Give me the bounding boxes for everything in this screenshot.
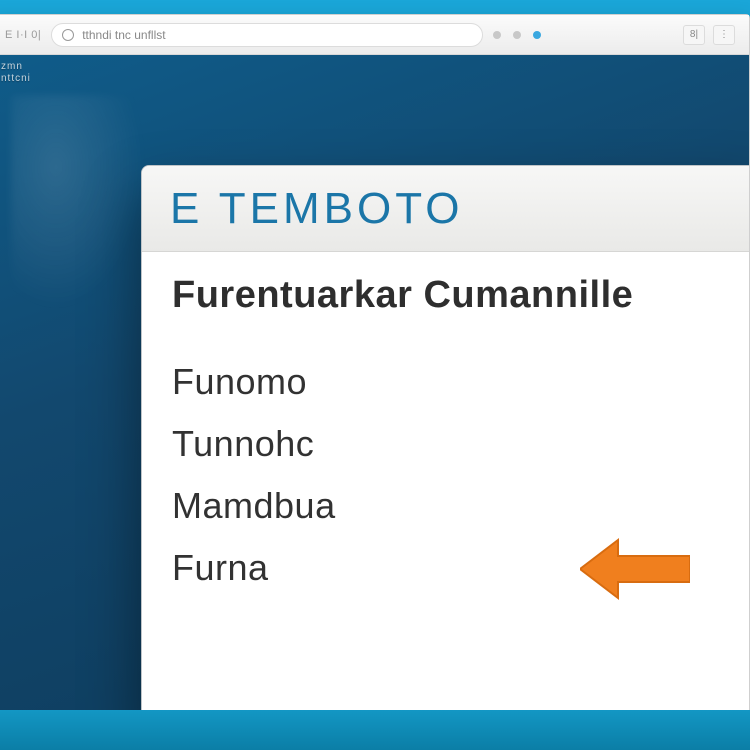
status-dot	[493, 31, 501, 39]
status-dot	[513, 31, 521, 39]
url-text: tthndi tnc unfllst	[82, 28, 165, 42]
desktop-viewport: zmn nttcni E TEMBOTO Furentuarkar Cumann…	[0, 55, 749, 713]
popup-title: E TEMBOTO	[170, 184, 464, 234]
addressbar-left-label: E I·I 0|	[5, 29, 41, 41]
addressbar-status-dots	[493, 31, 673, 39]
address-bar: E I·I 0| tthndi tnc unfllst 8| ⋮	[0, 15, 749, 55]
page-bottom-gradient	[0, 710, 750, 750]
toolbar-menu-button[interactable]: ⋮	[713, 25, 735, 45]
reload-icon[interactable]	[62, 29, 74, 41]
list-item[interactable]: Tunnohc	[172, 423, 730, 465]
pointer-arrow-icon	[580, 534, 690, 604]
browser-window: E I·I 0| tthndi tnc unfllst 8| ⋮ zmn ntt…	[0, 14, 750, 714]
status-dot-active	[533, 31, 541, 39]
url-field[interactable]: tthndi tnc unfllst	[51, 23, 483, 47]
list-item[interactable]: Funomo	[172, 361, 730, 403]
viewport-corner-label: zmn nttcni	[1, 61, 31, 85]
popup-titlebar[interactable]: E TEMBOTO	[142, 166, 749, 252]
list-item[interactable]: Mamdbua	[172, 485, 730, 527]
wallpaper-highlight	[11, 95, 161, 335]
popup-window: E TEMBOTO Furentuarkar Cumannille Funomo…	[141, 165, 749, 713]
toolbar-chip[interactable]: 8|	[683, 25, 705, 45]
viewport-corner-label-line: nttcni	[1, 73, 31, 85]
viewport-corner-label-line: zmn	[1, 61, 31, 73]
popup-subtitle: Furentuarkar Cumannille	[172, 274, 730, 317]
